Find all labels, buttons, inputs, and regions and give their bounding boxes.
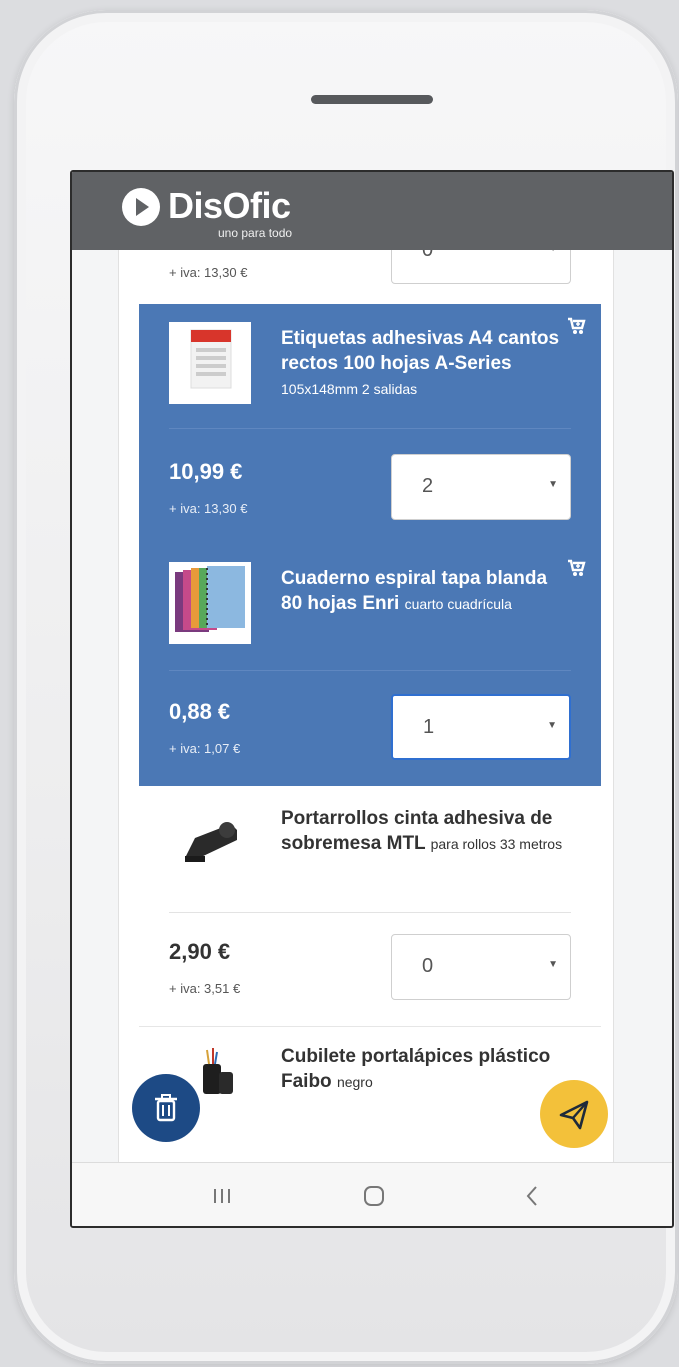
card-divider: [169, 428, 571, 429]
home-icon: [364, 1186, 384, 1206]
product-name: Cubilete portalápices plástico Faibo: [281, 1046, 551, 1092]
recent-apps-button[interactable]: [182, 1163, 262, 1226]
product-title[interactable]: Etiquetas adhesivas A4 cantos rectos 100…: [281, 326, 571, 402]
quantity-value: 0: [422, 955, 434, 977]
product-card[interactable]: Cuaderno espiral tapa blanda 80 hojas En…: [139, 546, 601, 786]
product-title[interactable]: Cubilete portalápices plástico Faibo neg…: [281, 1044, 571, 1095]
quantity-value: 1: [423, 716, 435, 738]
phone-screen: DisOfic uno para todo + iva: 13,30 € 0 ▼: [70, 170, 674, 1228]
trash-button[interactable]: [132, 1074, 200, 1142]
product-card[interactable]: Cubilete portalápices plástico Faibo neg…: [139, 1028, 601, 1162]
product-iva: + iva: 1,07 €: [169, 741, 241, 756]
phone-frame: DisOfic uno para todo + iva: 13,30 € 0 ▼: [14, 10, 678, 1364]
quantity-value: 2: [422, 475, 434, 497]
quantity-select[interactable]: 0 ▼: [391, 934, 571, 1000]
quantity-select[interactable]: 1 ▼: [391, 694, 571, 760]
product-image: [169, 322, 251, 404]
product-detail: cuarto cuadrícula: [404, 596, 512, 612]
product-price: 10,99 €: [169, 459, 243, 484]
product-image: [169, 562, 251, 644]
product-iva: + iva: 13,30 €: [169, 265, 248, 280]
card-divider: [169, 670, 571, 671]
product-title[interactable]: Portarrollos cinta adhesiva de sobremesa…: [281, 806, 571, 857]
product-iva: + iva: 3,51 €: [169, 981, 241, 996]
card-divider: [169, 912, 571, 913]
product-image: [169, 800, 251, 882]
logo-mark-icon: [122, 188, 160, 226]
home-button[interactable]: [334, 1163, 414, 1226]
recent-apps-icon: [214, 1189, 230, 1203]
quantity-select[interactable]: 0 ▼: [391, 250, 571, 284]
product-card-partial: + iva: 13,30 € 0 ▼: [139, 250, 601, 304]
product-price: 2,90 €: [169, 939, 231, 964]
product-list[interactable]: + iva: 13,30 € 0 ▼: [118, 250, 614, 1162]
product-detail: negro: [336, 1074, 373, 1090]
product-detail: 105x148mm 2 salidas: [281, 381, 418, 397]
back-icon: [526, 1186, 537, 1206]
dropdown-arrow-icon: ▼: [548, 250, 558, 254]
back-button[interactable]: [492, 1163, 572, 1226]
quantity-select[interactable]: 2 ▼: [391, 454, 571, 520]
product-card[interactable]: Etiquetas adhesivas A4 cantos rectos 100…: [139, 304, 601, 546]
trash-icon: [155, 1094, 177, 1122]
phone-speaker: [311, 95, 433, 104]
product-price: 0,88 €: [169, 699, 231, 724]
add-to-cart-icon[interactable]: [567, 316, 587, 336]
brand-name: DisOfic: [168, 185, 291, 226]
paper-plane-icon: [559, 1100, 589, 1130]
send-order-button[interactable]: [540, 1080, 608, 1148]
product-card[interactable]: Portarrollos cinta adhesiva de sobremesa…: [139, 786, 601, 1027]
dropdown-arrow-icon: ▼: [547, 720, 557, 731]
product-iva: + iva: 13,30 €: [169, 501, 248, 516]
product-name: Etiquetas adhesivas A4 cantos rectos 100…: [281, 328, 560, 374]
product-detail: para rollos 33 metros: [430, 836, 563, 852]
quantity-value: 0: [422, 250, 434, 261]
product-title[interactable]: Cuaderno espiral tapa blanda 80 hojas En…: [281, 566, 571, 617]
system-nav-bar: [72, 1162, 672, 1226]
dropdown-arrow-icon: ▼: [548, 959, 558, 970]
app-header: DisOfic uno para todo: [72, 172, 672, 250]
dropdown-arrow-icon: ▼: [548, 479, 558, 490]
brand-tagline: uno para todo: [218, 226, 293, 240]
add-to-cart-icon[interactable]: [567, 558, 587, 578]
